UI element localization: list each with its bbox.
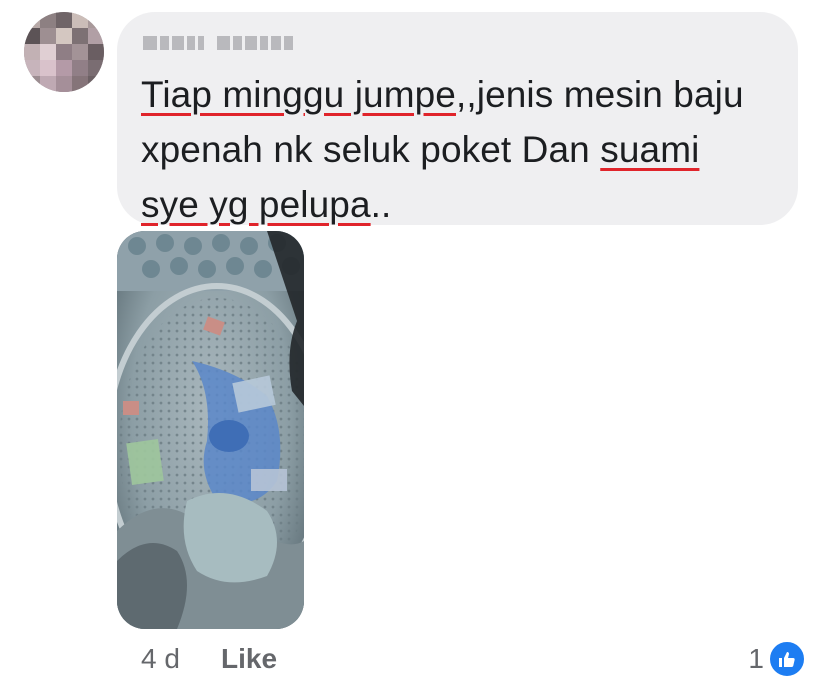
avatar-pixel (56, 12, 72, 28)
like-button[interactable]: Like (221, 642, 277, 676)
avatar-pixel (88, 60, 104, 76)
comment-text-line: Tiap minggu jumpe,,jenis mesin baju (141, 67, 791, 122)
avatar-pixel (88, 76, 104, 92)
author-name-redacted[interactable] (143, 32, 293, 54)
avatar-pixelated (24, 12, 104, 92)
avatar-pixel (56, 76, 72, 92)
avatar-pixel (40, 28, 56, 44)
avatar-pixel (56, 60, 72, 76)
avatar-pixel (40, 76, 56, 92)
avatar[interactable] (24, 12, 104, 92)
comment-text-segment: .. (370, 184, 392, 225)
comment-text-line: sye yg pelupa.. (141, 177, 791, 232)
comment-text: Tiap minggu jumpe,,jenis mesin baju xpena… (141, 67, 791, 232)
washing-machine-drum-image (117, 231, 304, 629)
comment-text-line: xpenah nk seluk poket Dan suami (141, 122, 791, 177)
avatar-pixel (56, 28, 72, 44)
avatar-pixel (88, 12, 104, 28)
avatar-pixel (72, 28, 88, 44)
comment-text-segment: xpenah nk seluk poket Dan (141, 129, 601, 170)
avatar-pixel (40, 12, 56, 28)
avatar-pixel (24, 60, 40, 76)
avatar-pixel (40, 60, 56, 76)
attached-photo[interactable] (117, 231, 304, 629)
avatar-pixel (24, 12, 40, 28)
comment-timestamp[interactable]: 4 d (141, 642, 180, 676)
avatar-pixel (88, 28, 104, 44)
avatar-pixel (24, 76, 40, 92)
reaction-count: 1 (748, 643, 764, 674)
avatar-pixel (88, 44, 104, 60)
avatar-pixel (72, 76, 88, 92)
avatar-pixel (72, 12, 88, 28)
reaction-summary[interactable]: 1 (748, 640, 806, 678)
avatar-pixel (72, 44, 88, 60)
spellcheck-flagged-word: Tiap minggu jumpe (141, 74, 456, 115)
comment-thread: Tiap minggu jumpe,,jenis mesin baju xpena… (0, 0, 828, 681)
avatar-pixel (24, 28, 40, 44)
spellcheck-flagged-word: sye yg pelupa (141, 184, 371, 225)
thumbs-up-icon (768, 640, 806, 678)
avatar-pixel (56, 44, 72, 60)
comment-text-segment: ,,jenis mesin baju (456, 74, 744, 115)
comment-bubble: Tiap minggu jumpe,,jenis mesin baju xpena… (117, 12, 798, 225)
avatar-pixel (40, 44, 56, 60)
avatar-pixel (24, 44, 40, 60)
avatar-pixel (72, 60, 88, 76)
spellcheck-flagged-word: suami (600, 129, 700, 170)
